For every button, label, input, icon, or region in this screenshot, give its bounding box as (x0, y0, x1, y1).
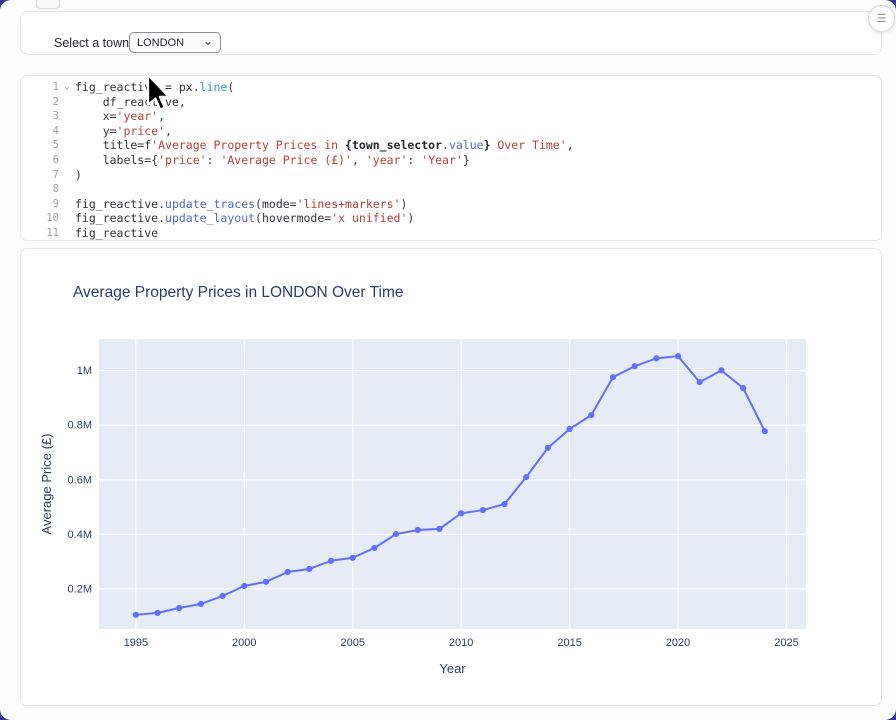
svg-text:2025: 2025 (774, 637, 798, 649)
svg-text:0.4M: 0.4M (68, 529, 92, 541)
code-line: 4 y='price', (21, 124, 881, 139)
town-select-dropdown[interactable]: LONDON ⌄ (129, 32, 221, 53)
select-town-label: Select a town: (54, 36, 133, 50)
svg-text:Average Price (£): Average Price (£) (39, 434, 54, 535)
town-select-value: LONDON (137, 37, 184, 49)
code-line: 9fig_reactive.update_traces(mode='lines+… (21, 197, 881, 212)
menu-button[interactable]: ☰ (868, 5, 895, 32)
svg-text:2000: 2000 (232, 637, 256, 649)
code-line: 1⌄fig_reactive = px.line( (21, 80, 881, 95)
app-page: Select a town: LONDON ⌄ ☰ 1⌄fig_reactive… (0, 0, 896, 720)
code-line: 5 title=f'Average Property Prices in {to… (21, 138, 881, 153)
code-line: 10fig_reactive.update_layout(hovermode='… (21, 211, 881, 226)
svg-text:2010: 2010 (449, 637, 473, 649)
chart-cell: 1995 2000 2005 2010 2015 2020 2025 0.2M 0.4M 0.6M… (20, 248, 882, 706)
svg-text:0.6M: 0.6M (68, 474, 92, 486)
svg-text:1M: 1M (77, 365, 92, 377)
chevron-down-icon: ⌄ (203, 36, 213, 46)
code-line: 7) (21, 168, 881, 183)
code-line: 3 x='year', (21, 109, 881, 124)
svg-text:1995: 1995 (124, 637, 148, 649)
hamburger-icon: ☰ (877, 12, 887, 25)
code-cell[interactable]: 1⌄fig_reactive = px.line(2 df_reactive,3… (20, 75, 882, 241)
code-line: 11fig_reactive (21, 226, 881, 241)
code-editor[interactable]: 1⌄fig_reactive = px.line(2 df_reactive,3… (21, 76, 881, 241)
code-line: 2 df_reactive, (21, 95, 881, 110)
svg-text:2005: 2005 (340, 637, 364, 649)
controls-cell: Select a town: LONDON ⌄ (20, 11, 882, 55)
scrolled-cell-edge (36, 0, 60, 9)
code-line: 6 labels={'price': 'Average Price (£)', … (21, 153, 881, 168)
svg-text:2015: 2015 (557, 637, 581, 649)
svg-text:0.2M: 0.2M (68, 583, 92, 595)
svg-text:0.8M: 0.8M (68, 420, 92, 432)
code-line: 8 (21, 182, 881, 197)
svg-text:Year: Year (439, 661, 466, 676)
svg-text:2020: 2020 (666, 637, 690, 649)
svg-text:Average Property Prices in LON: Average Property Prices in LONDON Over T… (73, 284, 404, 301)
price-chart[interactable]: 1995 2000 2005 2010 2015 2020 2025 0.2M 0.4M 0.6M… (21, 249, 881, 703)
